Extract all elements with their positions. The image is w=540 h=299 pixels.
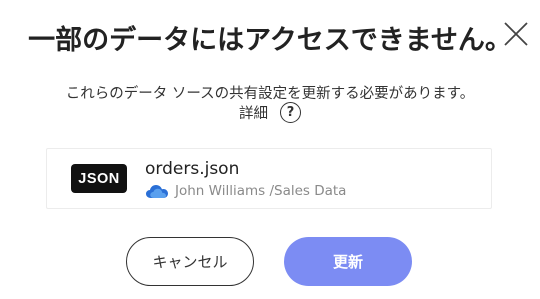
- file-name: orders.json: [145, 159, 240, 179]
- details-row: 詳細 ?: [0, 102, 540, 123]
- dialog-description: これらのデータ ソースの共有設定を更新する必要があります。: [65, 86, 475, 102]
- onedrive-cloud-icon: [146, 185, 168, 198]
- file-path-row: John Williams /Sales Data: [145, 183, 346, 199]
- update-button[interactable]: 更新: [284, 237, 412, 286]
- data-source-card: JSON orders.json John Williams /Sales Da…: [46, 148, 492, 209]
- json-file-icon: JSON: [71, 164, 127, 193]
- details-link[interactable]: 詳細: [239, 102, 268, 123]
- dialog-title: 一部のデータにはアクセスできません。: [28, 25, 512, 56]
- cancel-button[interactable]: キャンセル: [126, 237, 254, 286]
- share-settings-dialog: 一部のデータにはアクセスできません。 これらのデータ ソースの共有設定を更新する…: [0, 0, 540, 299]
- file-path: John Williams /Sales Data: [175, 183, 347, 199]
- help-icon[interactable]: ?: [280, 102, 301, 123]
